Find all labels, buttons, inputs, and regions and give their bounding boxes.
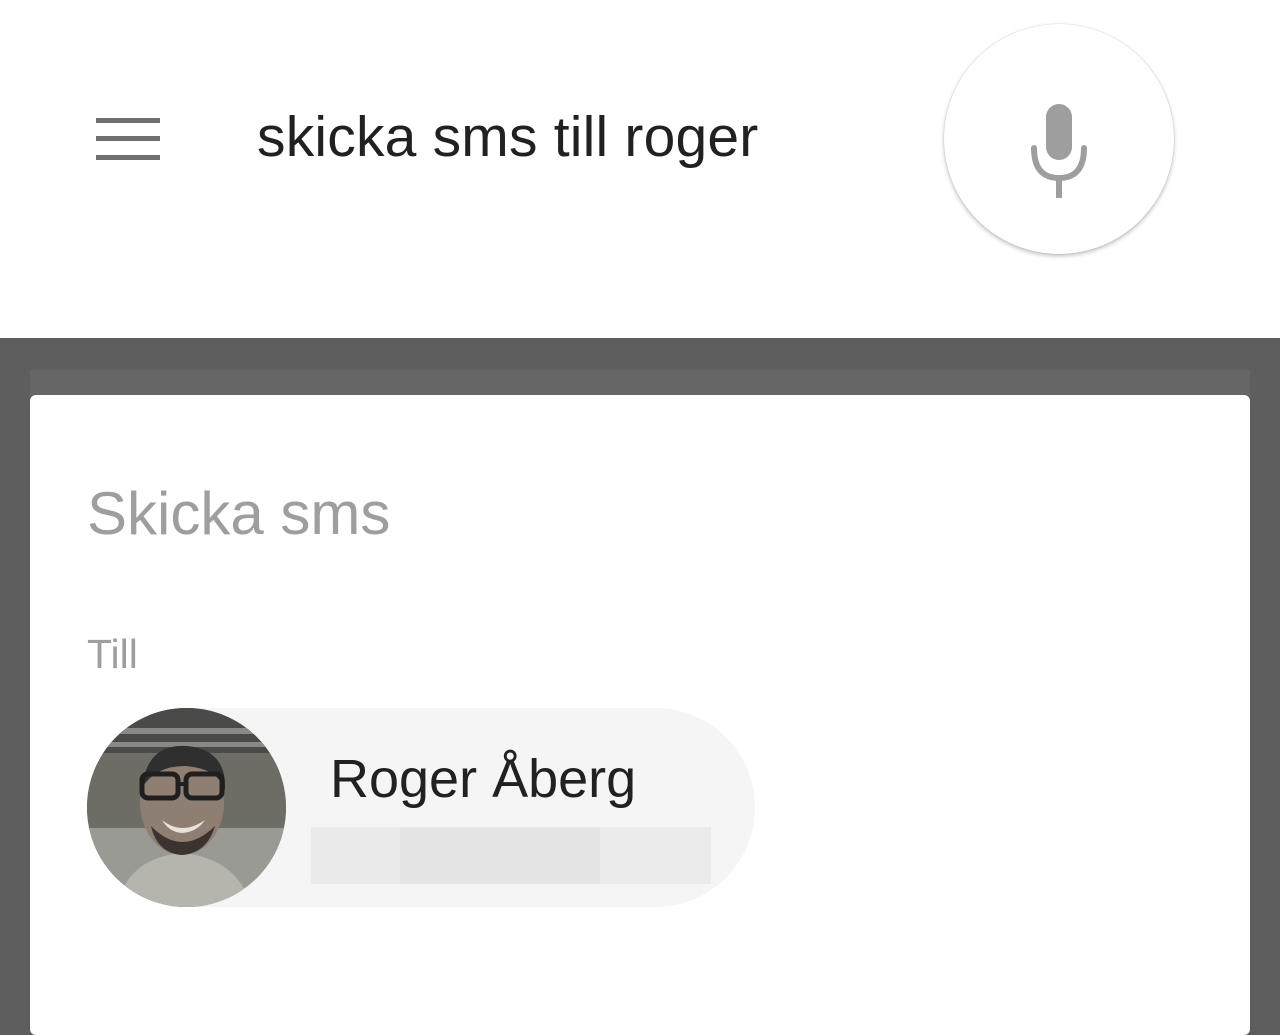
card-title: Skicka sms — [87, 480, 391, 547]
contact-chip[interactable]: Roger Åberg — [87, 708, 755, 907]
mic-button[interactable] — [944, 24, 1174, 254]
send-sms-card: Skicka sms Till Roger Åberg — [30, 395, 1250, 1035]
search-bar: skicka sms till roger — [0, 0, 1280, 338]
card-stack-edge — [30, 370, 1250, 396]
contact-name: Roger Åberg — [330, 749, 637, 809]
search-query[interactable]: skicka sms till roger — [257, 104, 758, 170]
avatar — [87, 708, 286, 907]
to-label: Till — [87, 631, 138, 677]
microphone-icon — [1031, 104, 1087, 198]
menu-icon[interactable] — [96, 118, 160, 160]
redacted-phone-number — [311, 827, 711, 884]
